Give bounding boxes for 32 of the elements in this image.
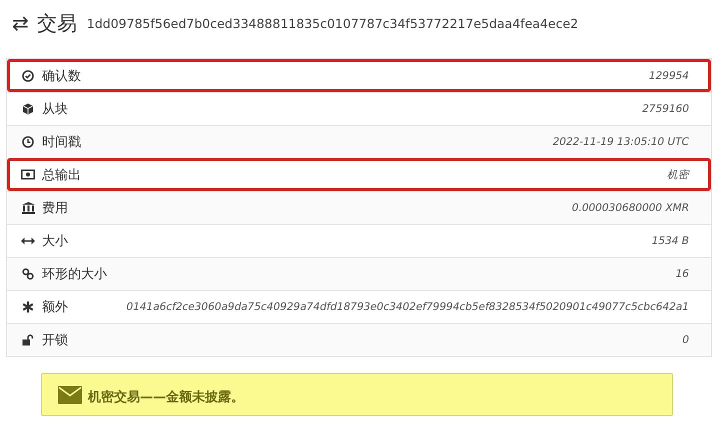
envelope-icon [58, 386, 82, 404]
check-circle-icon [22, 70, 34, 82]
row-label: 从块 [42, 101, 68, 118]
bank-icon [22, 202, 34, 214]
banknote-icon [21, 169, 35, 180]
row-label: 额外 [42, 299, 68, 316]
transfer-icon: ⇄ [12, 11, 29, 35]
row-label: 开锁 [42, 332, 68, 349]
page-title: 交易 [36, 10, 77, 36]
row-value: 129954 [648, 70, 689, 82]
row-value: 0.000030680000 XMR [572, 202, 689, 214]
row-label: 环形的大小 [42, 266, 107, 283]
row-value: 1534 B [652, 235, 689, 247]
transaction-hash: 1dd09785f56ed7b0ced33488811835c0107787c34f53772217e5daa4fea4ece2 [86, 16, 578, 30]
row-value: 0 [682, 334, 689, 346]
row-label: 大小 [42, 233, 68, 250]
horizontal-arrows-icon [21, 237, 35, 245]
row-value: 0141a6cf2ce3060a9da75c40929a74dfd18793e0c3402ef79994cb5ef8328534f5020901c49077c5cbc642a1 [126, 301, 689, 313]
clock-icon [22, 136, 34, 148]
cube-icon [22, 103, 34, 115]
asterisk-icon [22, 301, 34, 313]
row-value: 机密 [667, 168, 689, 182]
row-label: 时间戳 [42, 134, 81, 151]
row-value: 2022-11-19 13:05:10 UTC [552, 136, 689, 148]
link-icon [22, 268, 34, 280]
row-value: 2759160 [642, 103, 689, 115]
notice-text: 机密交易——金额未披露。 [88, 388, 244, 406]
row-label: 确认数 [42, 68, 81, 84]
row-value: 16 [676, 268, 689, 280]
row-label: 费用 [42, 200, 68, 217]
row-label: 总输出 [42, 166, 81, 184]
unlock-icon [22, 334, 34, 346]
